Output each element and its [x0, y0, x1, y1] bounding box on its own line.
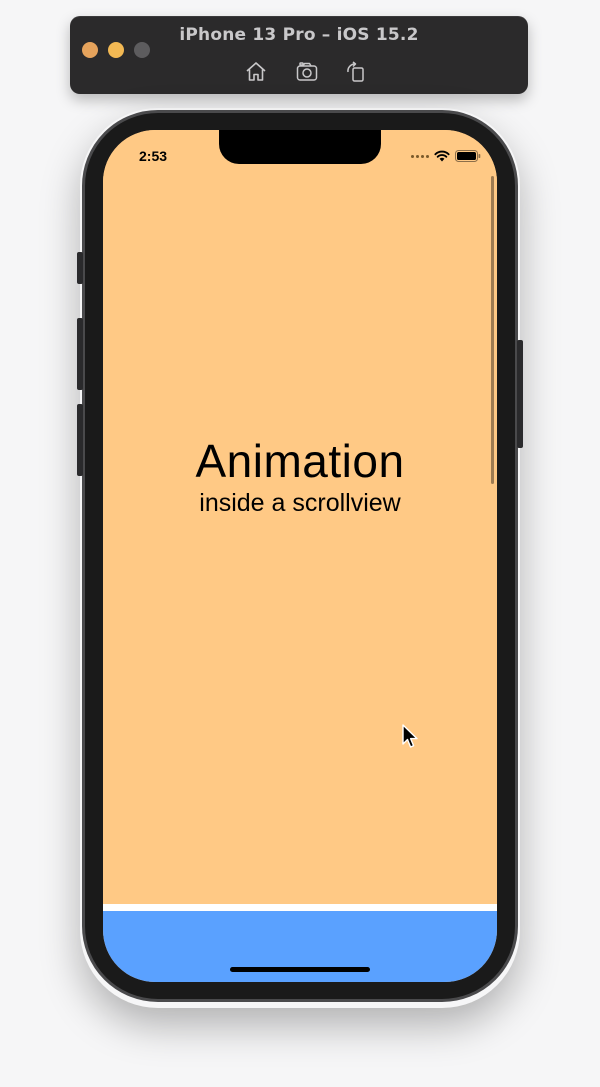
camera-icon[interactable]	[295, 60, 319, 84]
simulator-stage: iPhone 13 Pro – iOS 15.2 Animation insid…	[0, 0, 600, 1087]
page-subtitle: inside a scrollview	[199, 489, 401, 517]
wifi-icon	[434, 150, 450, 162]
page-title: Animation	[195, 435, 405, 487]
home-icon[interactable]	[244, 60, 268, 84]
battery-icon	[455, 150, 481, 162]
power-button	[517, 340, 523, 448]
volume-up-button	[77, 318, 83, 390]
signal-icon	[411, 154, 429, 158]
scroll-view-content[interactable]: Animation inside a scrollview	[103, 130, 497, 904]
phone-screen: Animation inside a scrollview 2:53	[103, 130, 497, 982]
rotate-icon[interactable]	[344, 60, 368, 84]
vertical-scrollbar[interactable]	[491, 176, 494, 484]
status-icons	[411, 149, 481, 163]
mouse-cursor-icon	[402, 724, 418, 748]
simulator-title-bar: iPhone 13 Pro – iOS 15.2	[70, 16, 528, 94]
action-button	[77, 252, 83, 284]
status-time: 2:53	[139, 148, 168, 164]
simulator-toolbar	[70, 60, 528, 84]
simulator-title: iPhone 13 Pro – iOS 15.2	[179, 25, 419, 45]
home-indicator[interactable]	[230, 967, 370, 972]
volume-down-button	[77, 404, 83, 476]
divider-strip	[103, 904, 497, 911]
notch	[219, 130, 381, 164]
